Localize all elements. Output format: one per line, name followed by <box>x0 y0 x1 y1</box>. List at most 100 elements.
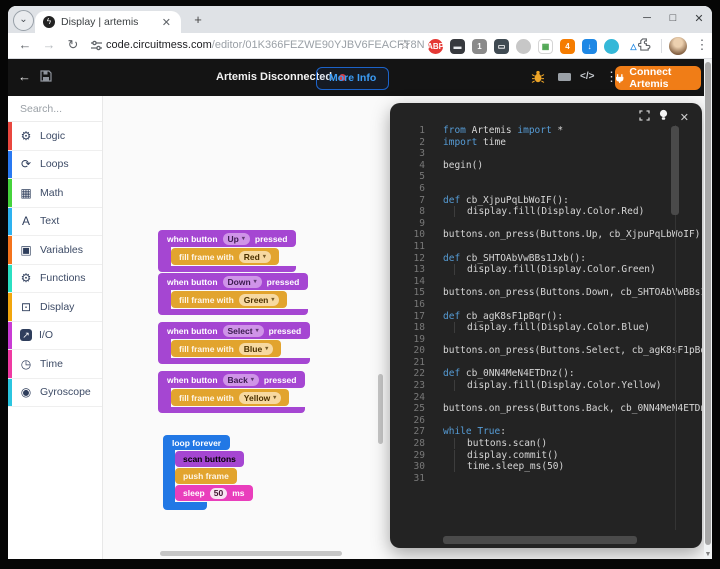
editor-vertical-scrollbar[interactable] <box>671 126 679 215</box>
color-dropdown[interactable]: Blue▾ <box>239 343 273 355</box>
save-icon[interactable] <box>40 70 52 82</box>
extensions-puzzle-icon[interactable] <box>638 38 656 56</box>
gear-icon: ⚙ <box>19 271 33 285</box>
fill-frame-block[interactable]: fill frame withYellow▾ <box>171 389 289 406</box>
disabled-extension-icon[interactable] <box>516 39 531 54</box>
pie-extension-icon[interactable] <box>604 39 619 54</box>
sidebar-item-variables[interactable]: ▣Variables <box>8 236 102 265</box>
block-label: pressed <box>267 277 300 287</box>
adblock-icon[interactable]: ABP <box>428 39 443 54</box>
downloader-extension-icon[interactable]: ↓ <box>582 39 597 54</box>
event-block-back[interactable]: when buttonBack▾pressedfill frame withYe… <box>158 371 305 413</box>
console-monitor-icon[interactable] <box>557 72 572 83</box>
code-view-icon[interactable]: </> <box>580 71 594 82</box>
editor-horizontal-scrollbar[interactable] <box>443 536 637 544</box>
sidebar-item-time[interactable]: ◷Time <box>8 350 102 379</box>
scan-buttons-block[interactable]: scan buttons <box>175 451 244 467</box>
more-info-button[interactable]: More Info <box>316 67 389 90</box>
color-dropdown[interactable]: Yellow▾ <box>239 392 281 404</box>
code-line: 15buttons.on_press(Buttons.Down, cb_SHTO… <box>390 287 702 299</box>
scrollbar-down-arrow-icon[interactable]: ▼ <box>704 551 712 558</box>
bookmark-star-icon[interactable]: ☆ <box>396 36 414 54</box>
profile-avatar[interactable] <box>669 37 687 55</box>
connect-artemis-button[interactable]: Connect Artemis <box>615 66 701 90</box>
browser-menu-icon[interactable]: ⋮ <box>693 36 711 54</box>
canvas-vertical-scrollbar[interactable] <box>378 374 383 444</box>
code-text: def cb_0NN4MeN4ETDnz(): <box>443 368 575 380</box>
color-dropdown[interactable]: Red▾ <box>239 251 271 263</box>
browser-window: ⌄ ϟ Display | artemis ✕ + ─ □ ✕ ← → ↻ co… <box>8 6 712 559</box>
line-number: 22 <box>390 368 425 380</box>
loop-header[interactable]: loop forever <box>163 435 230 450</box>
block-foot <box>158 358 310 364</box>
sidebar-item-text[interactable]: AText <box>8 208 102 237</box>
fullscreen-icon[interactable] <box>639 110 650 121</box>
color-dropdown[interactable]: Green▾ <box>239 294 280 306</box>
button-dropdown[interactable]: Select▾ <box>223 325 264 337</box>
tab-search-button[interactable]: ⌄ <box>13 10 34 31</box>
code-panel: ✕ 1from Artemis import *2import time34be… <box>390 103 702 548</box>
when-button-block[interactable]: when buttonBack▾pressed <box>158 371 305 388</box>
canvas-horizontal-scrollbar[interactable] <box>160 551 342 556</box>
address-bar[interactable]: code.circuitmess.com/editor/01K366FEZWE9… <box>106 39 425 51</box>
when-button-block[interactable]: when buttonSelect▾pressed <box>158 322 310 339</box>
fill-frame-block[interactable]: fill frame withGreen▾ <box>171 291 287 308</box>
code-text: buttons.on_press(Buttons.Back, cb_0NN4Me… <box>443 403 702 415</box>
event-block-select[interactable]: when buttonSelect▾pressedfill frame with… <box>158 322 310 364</box>
button-dropdown[interactable]: Back▾ <box>223 374 259 386</box>
sidebar-item-functions[interactable]: ⚙Functions <box>8 265 102 294</box>
button-dropdown[interactable]: Up▾ <box>223 233 250 245</box>
reload-icon[interactable]: ↻ <box>64 36 82 54</box>
loop-forever-block[interactable]: loop foreverscan buttonspush framesleep5… <box>163 435 253 510</box>
push-frame-block[interactable]: push frame <box>175 468 237 484</box>
code-text: while True: <box>443 426 506 438</box>
favicon-icon: ϟ <box>43 16 55 28</box>
chat-extension-icon[interactable]: ▭ <box>494 39 509 54</box>
block-label: when button <box>167 326 218 336</box>
block-body: fill frame withRed▾ <box>158 247 296 266</box>
app-back-icon[interactable]: ← <box>18 69 31 84</box>
category-label: Display <box>40 301 74 313</box>
fill-frame-block[interactable]: fill frame withBlue▾ <box>171 340 281 357</box>
maximize-button[interactable]: □ <box>664 12 682 24</box>
screenshot-extension-icon[interactable]: ▦ <box>538 39 553 54</box>
search-input[interactable] <box>8 96 102 122</box>
page-scrollbar-thumb[interactable] <box>705 62 711 545</box>
onetab-icon[interactable]: 1 <box>472 39 487 54</box>
when-button-block[interactable]: when buttonDown▾pressed <box>158 273 308 290</box>
dark-extension-icon[interactable]: ▬ <box>450 39 465 54</box>
back-icon[interactable]: ← <box>16 36 34 54</box>
code-line: 17def cb_agK8sF1pBqr(): <box>390 311 702 323</box>
app-header: ← Artemis Disconnected More Info </> ⋮ C… <box>8 59 705 96</box>
sleep-value-field[interactable]: 50 <box>210 488 227 499</box>
notifier-extension-icon[interactable]: 4 <box>560 39 575 54</box>
page-scrollbar[interactable]: ▼ <box>704 59 712 559</box>
forward-icon[interactable]: → <box>40 36 58 54</box>
code-panel-close-icon[interactable]: ✕ <box>680 111 689 124</box>
event-block-up[interactable]: when buttonUp▾pressedfill frame withRed▾ <box>158 230 296 272</box>
fill-frame-block[interactable]: fill frame withRed▾ <box>171 248 279 265</box>
browser-tab[interactable]: ϟ Display | artemis ✕ <box>35 11 181 33</box>
event-block-down[interactable]: when buttonDown▾pressedfill frame withGr… <box>158 273 308 315</box>
line-number: 2 <box>390 137 425 149</box>
debug-bug-icon[interactable] <box>531 70 545 84</box>
new-tab-button[interactable]: + <box>190 12 206 28</box>
lightbulb-icon[interactable] <box>658 109 669 121</box>
when-button-block[interactable]: when buttonUp▾pressed <box>158 230 296 247</box>
sidebar-item-logic[interactable]: ⚙Logic <box>8 122 102 151</box>
button-dropdown[interactable]: Down▾ <box>223 276 262 288</box>
sidebar-item-io[interactable]: ↗I/O <box>8 322 102 351</box>
monitor-icon: ⊡ <box>19 300 33 314</box>
sidebar-item-gyroscope[interactable]: ◉Gyroscope <box>8 379 102 408</box>
chevron-down-icon: ▾ <box>254 278 257 285</box>
url-host: code.circuitmess.com <box>106 39 212 51</box>
close-button[interactable]: ✕ <box>690 12 708 25</box>
sidebar-item-loops[interactable]: ⟳Loops <box>8 151 102 180</box>
tab-close-icon[interactable]: ✕ <box>160 16 173 29</box>
code-editor[interactable]: 1from Artemis import *2import time34begi… <box>390 125 702 530</box>
sleep-block[interactable]: sleep50ms <box>175 485 253 501</box>
minimize-button[interactable]: ─ <box>638 12 656 24</box>
sidebar-item-math[interactable]: ▦Math <box>8 179 102 208</box>
line-number: 19 <box>390 334 425 346</box>
sidebar-item-display[interactable]: ⊡ Display <box>8 293 102 322</box>
